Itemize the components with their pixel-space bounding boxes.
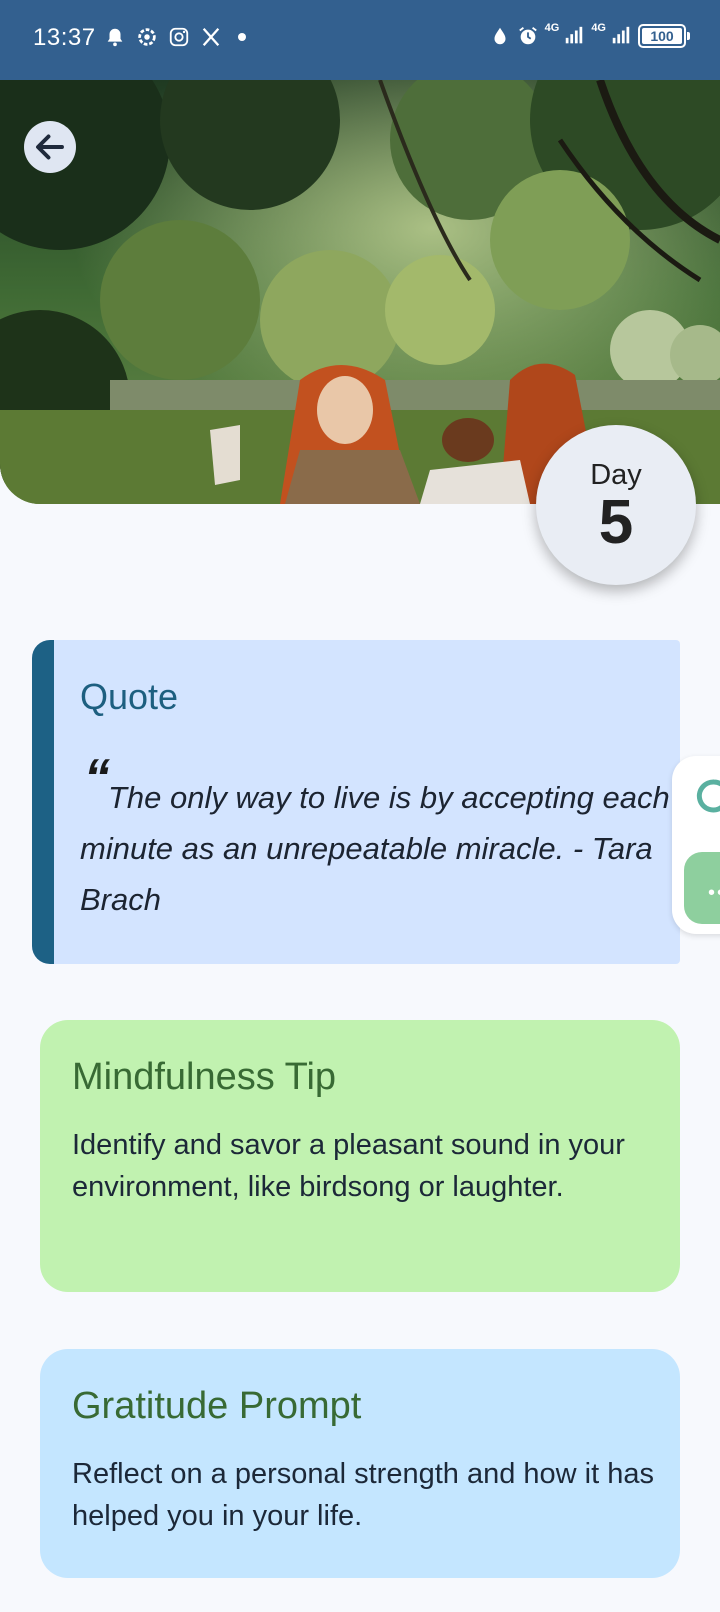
network-label-2: 4G <box>591 22 606 34</box>
arrow-left-icon <box>36 134 64 160</box>
network-label-1: 4G <box>544 22 560 34</box>
battery-icon: 100 <box>638 24 690 48</box>
chat-bubble-icon[interactable] <box>696 778 720 814</box>
quote-accent-bar <box>32 640 54 964</box>
day-badge: Day 5 <box>536 425 696 585</box>
more-options-button[interactable]: •• <box>684 852 720 924</box>
quote-title: Quote <box>80 676 179 717</box>
tip-body: Identify and savor a pleasant sound in y… <box>72 1129 625 1203</box>
day-number: 5 <box>598 487 634 557</box>
instagram-icon <box>169 27 189 47</box>
gratitude-title: Gratitude Prompt <box>72 1385 362 1427</box>
mindfulness-tip-card: Mindfulness Tip Identify and savor a ple… <box>40 1020 680 1292</box>
x-icon <box>202 27 220 47</box>
day-label: Day <box>590 458 642 491</box>
tip-title: Mindfulness Tip <box>72 1056 337 1098</box>
battery-body: 100 <box>638 24 686 48</box>
gratitude-prompt-card: Gratitude Prompt Reflect on a personal s… <box>40 1349 680 1578</box>
quote-text: The only way to live is by accepting eac… <box>80 780 670 917</box>
alarm-bell-icon <box>107 28 123 47</box>
floating-side-widget[interactable]: •• <box>672 756 720 934</box>
status-bar: 13:37 4G 4G 100 <box>0 0 720 80</box>
dot-icon <box>238 33 246 41</box>
signal-4g-icon <box>566 26 583 44</box>
water-drop-icon <box>494 27 506 45</box>
gratitude-body: Reflect on a personal strength and how i… <box>72 1458 654 1532</box>
more-dots-icon: •• <box>708 882 720 904</box>
alarm-clock-icon <box>518 27 537 45</box>
system-icons: 4G 4G 100 <box>489 22 690 48</box>
signal-4g-icon <box>612 26 630 44</box>
notification-icons <box>104 26 246 48</box>
battery-level: 100 <box>650 28 674 44</box>
status-time: 13:37 <box>33 24 96 51</box>
back-button[interactable] <box>24 121 76 173</box>
settings-gear-icon <box>138 28 156 46</box>
